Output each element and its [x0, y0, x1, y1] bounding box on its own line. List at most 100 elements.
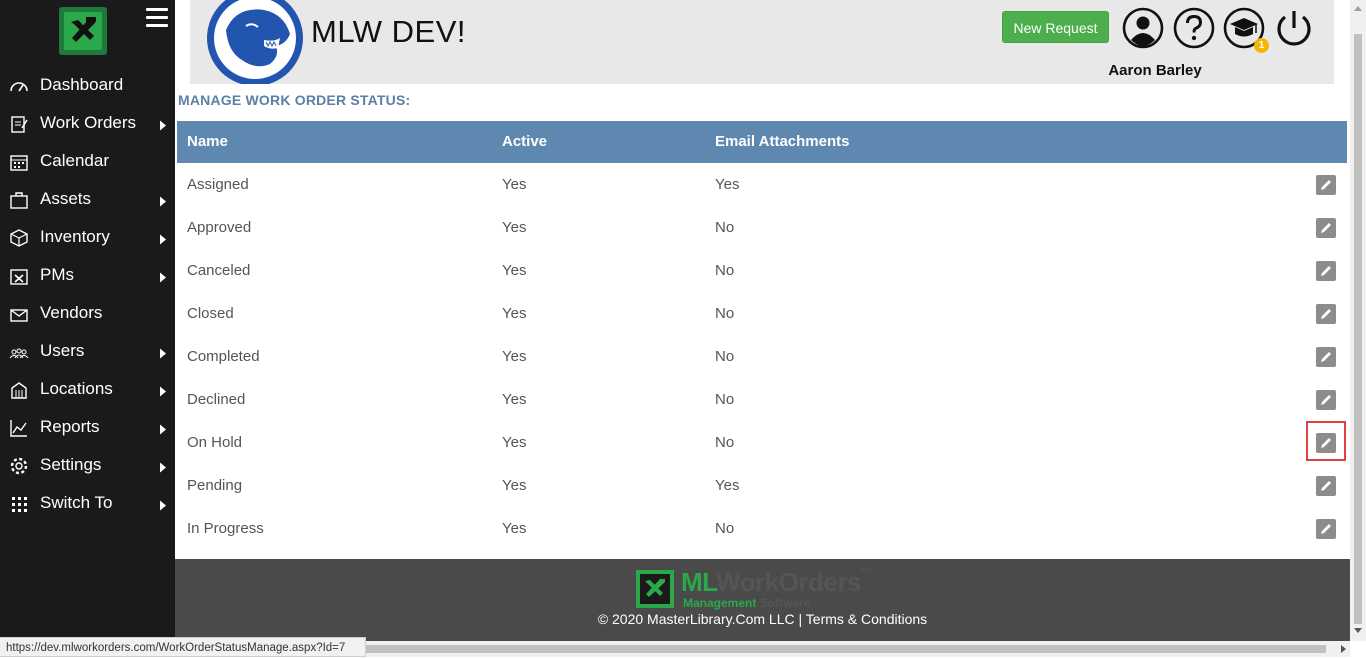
column-header-name: Name — [187, 133, 228, 150]
status-email: No — [715, 434, 735, 451]
sidebar-item-work-orders[interactable]: Work Orders — [0, 105, 175, 143]
submenu-arrow-icon — [160, 348, 166, 359]
status-name: In Progress — [187, 520, 264, 537]
table-row: On Hold Yes No — [177, 421, 1347, 464]
sidebar-item-label: Vendors — [40, 303, 103, 322]
scroll-down-arrow-icon[interactable] — [1354, 628, 1362, 633]
submenu-arrow-icon — [160, 386, 166, 397]
footer-separator: | — [798, 611, 803, 627]
edit-pencil-icon[interactable] — [1316, 218, 1336, 238]
status-email: No — [715, 305, 735, 322]
sidebar-item-label: Switch To — [40, 493, 113, 512]
copyright-text: © 2020 MasterLibrary.Com LLC — [597, 611, 795, 627]
inventory-icon — [10, 229, 28, 247]
submenu-arrow-icon — [160, 424, 166, 435]
new-request-button[interactable]: New Request — [1002, 11, 1109, 43]
highlight-annotation-box — [1306, 421, 1346, 461]
logout-power-icon[interactable] — [1273, 7, 1315, 49]
terms-link[interactable]: Terms & Conditions — [806, 611, 927, 627]
horizontal-scroll-thumb[interactable] — [366, 645, 1326, 653]
sidebar-item-locations[interactable]: Locations — [0, 371, 175, 409]
footer-logo[interactable]: MLWorkOrders™ Management Software — [635, 567, 890, 610]
footer-logo-software: Software — [759, 596, 811, 610]
sidebar-item-label: Work Orders — [40, 113, 137, 132]
edit-pencil-icon[interactable] — [1316, 261, 1336, 281]
locations-icon — [11, 382, 27, 399]
edit-pencil-icon[interactable] — [1316, 175, 1336, 195]
table-header: Name Active Email Attachments — [177, 121, 1347, 163]
status-name: Assigned — [187, 176, 249, 193]
edit-pencil-icon[interactable] — [1316, 390, 1336, 410]
sidebar-item-users[interactable]: Users — [0, 333, 175, 371]
table-row: Completed Yes No — [177, 335, 1347, 378]
edit-pencil-icon[interactable] — [1316, 304, 1336, 324]
footer-logo-tm: ™ — [860, 567, 871, 578]
status-active: Yes — [502, 434, 527, 451]
sidebar-item-settings[interactable]: Settings — [0, 447, 175, 485]
table-row: Declined Yes No — [177, 378, 1347, 421]
scroll-up-arrow-icon[interactable] — [1354, 6, 1362, 11]
help-icon[interactable] — [1173, 7, 1215, 49]
sidebar-item-label: Dashboard — [40, 75, 124, 94]
status-email: No — [715, 391, 735, 408]
submenu-arrow-icon — [160, 462, 166, 473]
pms-icon — [10, 269, 28, 285]
users-icon — [9, 348, 29, 359]
status-active: Yes — [502, 305, 527, 322]
submenu-arrow-icon — [160, 196, 166, 207]
sidebar-item-pms[interactable]: PMs — [0, 257, 175, 295]
sidebar: Dashboard Work Orders Calendar Assets In… — [0, 0, 175, 657]
submenu-arrow-icon — [160, 272, 166, 283]
sidebar-item-calendar[interactable]: Calendar — [0, 143, 175, 181]
edit-pencil-icon[interactable] — [1316, 519, 1336, 539]
assets-icon — [10, 192, 28, 209]
site-title: MLW DEV! — [311, 14, 466, 49]
sidebar-item-label: Settings — [40, 455, 102, 474]
submenu-arrow-icon — [160, 120, 166, 131]
vertical-scrollbar[interactable] — [1350, 0, 1366, 641]
footer-logo-workorders-text: WorkOrders — [716, 567, 861, 597]
sidebar-item-switch-to[interactable]: Switch To — [0, 485, 175, 523]
sidebar-item-inventory[interactable]: Inventory — [0, 219, 175, 257]
status-active: Yes — [502, 262, 527, 279]
sidebar-item-assets[interactable]: Assets — [0, 181, 175, 219]
vertical-scroll-thumb[interactable] — [1354, 34, 1362, 624]
edit-pencil-icon[interactable] — [1316, 476, 1336, 496]
status-email: No — [715, 262, 735, 279]
sidebar-item-vendors[interactable]: Vendors — [0, 295, 175, 333]
reports-icon — [10, 420, 27, 437]
status-active: Yes — [502, 477, 527, 494]
submenu-arrow-icon — [160, 500, 166, 511]
table-row: Canceled Yes No — [177, 249, 1347, 292]
edit-pencil-icon[interactable] — [1316, 347, 1336, 367]
sidebar-item-reports[interactable]: Reports — [0, 409, 175, 447]
sidebar-item-label: Assets — [40, 189, 92, 208]
horizontal-scrollbar[interactable] — [366, 641, 1350, 657]
app-logo[interactable] — [58, 6, 108, 56]
user-name: Aaron Barley — [1108, 62, 1202, 79]
sidebar-item-label: Reports — [40, 417, 100, 436]
status-email: No — [715, 520, 735, 537]
scroll-right-arrow-icon[interactable] — [1341, 645, 1346, 653]
sidebar-item-label: Users — [40, 341, 85, 360]
status-name: Declined — [187, 391, 246, 408]
dashboard-icon — [10, 82, 28, 92]
sidebar-item-label: Inventory — [40, 227, 110, 246]
sidebar-item-dashboard[interactable]: Dashboard — [0, 67, 175, 105]
status-name: Closed — [187, 305, 234, 322]
work-orders-icon — [11, 116, 28, 133]
table-row: Closed Yes No — [177, 292, 1347, 335]
submenu-arrow-icon — [160, 234, 166, 245]
user-profile-icon[interactable] — [1122, 7, 1164, 49]
page-title: MANAGE WORK ORDER STATUS: — [178, 92, 411, 108]
status-active: Yes — [502, 520, 527, 537]
footer: MLWorkOrders™ Management Software © 2020… — [175, 559, 1350, 641]
sidebar-item-label: Locations — [40, 379, 113, 398]
footer-logo-management: Management — [683, 596, 757, 610]
status-active: Yes — [502, 348, 527, 365]
vendors-icon — [10, 309, 28, 322]
panther-mascot-logo — [206, 0, 304, 86]
footer-logo-ml-text: ML — [681, 567, 717, 597]
sidebar-item-label: PMs — [40, 265, 74, 284]
menu-toggle-icon[interactable] — [146, 8, 168, 28]
